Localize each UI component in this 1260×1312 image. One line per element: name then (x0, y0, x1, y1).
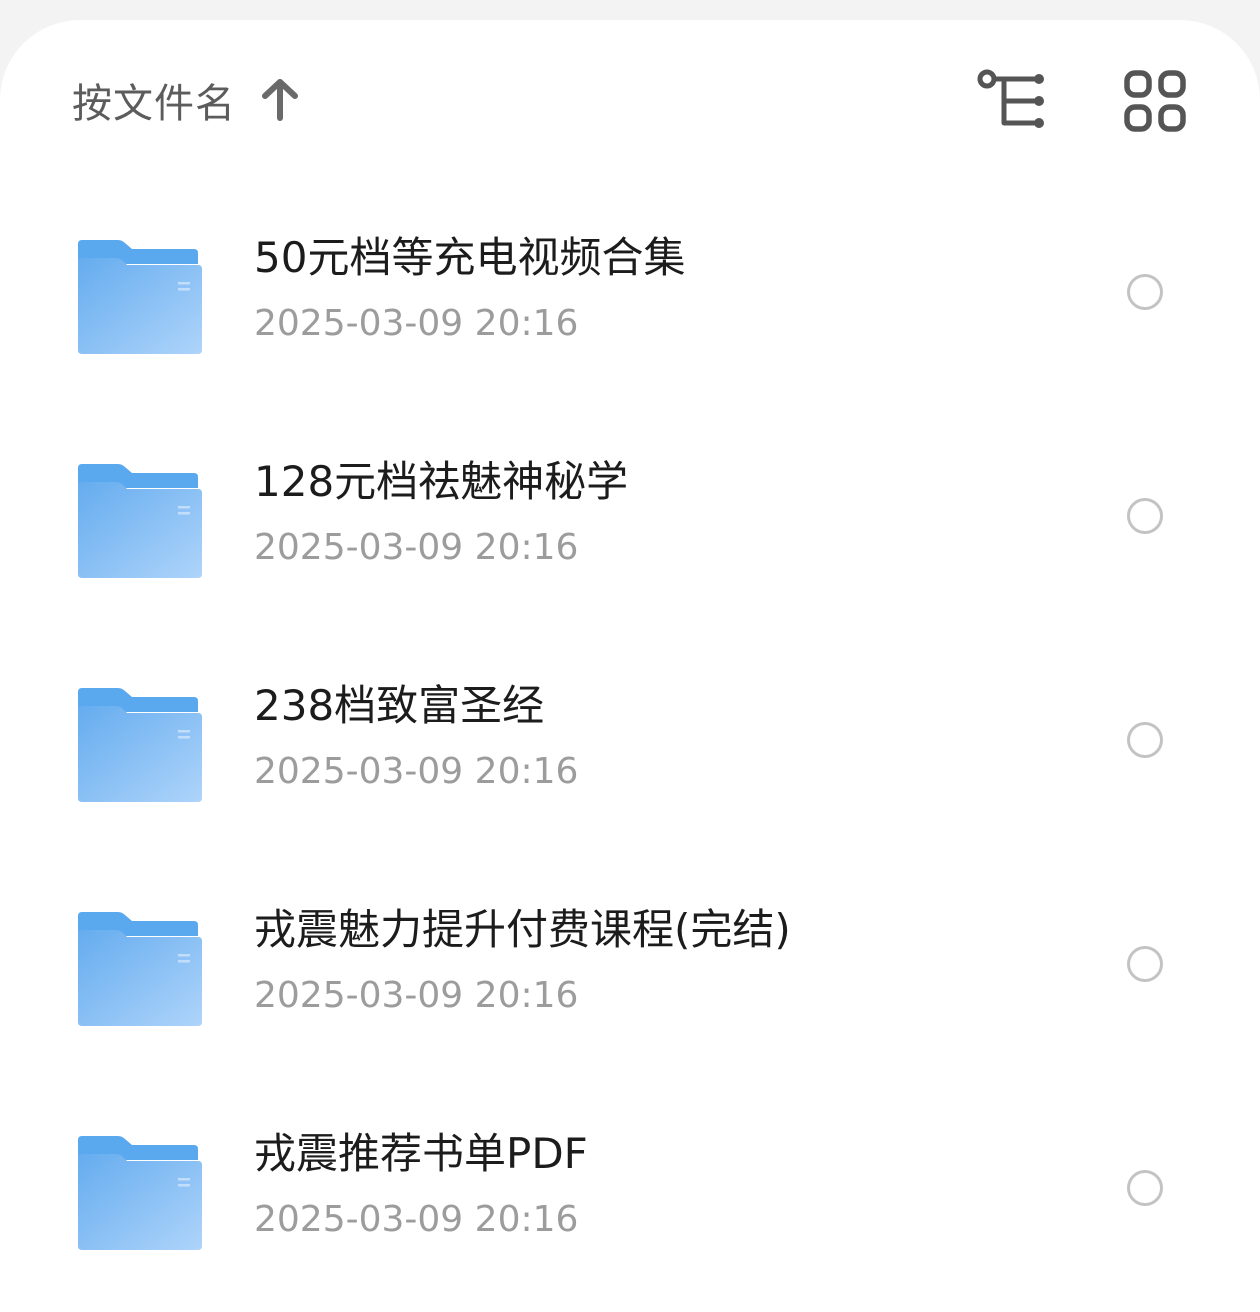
list-item[interactable]: 128元档祛魅神秘学 2025-03-09 20:16 (0, 404, 1260, 628)
select-radio[interactable] (1127, 274, 1163, 310)
list-item[interactable]: 戎震魅力提升付费课程(完结) 2025-03-09 20:16 (0, 852, 1260, 1076)
grid-view-button[interactable] (1122, 68, 1188, 134)
list-item-text: 238档致富圣经 2025-03-09 20:16 (254, 676, 578, 796)
list-item[interactable]: 戎震推荐书单PDF 2025-03-09 20:16 (0, 1076, 1260, 1300)
folder-icon (78, 240, 202, 354)
folder-icon (78, 912, 202, 1026)
toolbar: 按文件名 (0, 20, 1260, 180)
list-item-text: 戎震推荐书单PDF 2025-03-09 20:16 (254, 1124, 588, 1244)
list-item-text: 戎震魅力提升付费课程(完结) 2025-03-09 20:16 (254, 900, 791, 1020)
file-name: 戎震推荐书单PDF (254, 1129, 588, 1178)
file-date: 2025-03-09 20:16 (254, 527, 579, 568)
tree-view-button[interactable] (976, 68, 1052, 134)
tree-view-icon (977, 69, 1044, 128)
file-list-panel: 按文件名 50元档等充电视频合集 2025-03-09 20:16 128元档祛… (0, 20, 1260, 1312)
file-date: 2025-03-09 20:16 (254, 975, 579, 1016)
file-date: 2025-03-09 20:16 (254, 303, 579, 344)
sort-label: 按文件名 (72, 81, 236, 127)
file-name: 50元档等充电视频合集 (254, 233, 686, 282)
list-item[interactable]: 50元档等充电视频合集 2025-03-09 20:16 (0, 180, 1260, 404)
select-radio[interactable] (1127, 1170, 1163, 1206)
select-radio[interactable] (1127, 722, 1163, 758)
file-list: 50元档等充电视频合集 2025-03-09 20:16 128元档祛魅神秘学 … (0, 180, 1260, 1300)
folder-icon (78, 688, 202, 802)
list-item-text: 128元档祛魅神秘学 2025-03-09 20:16 (254, 452, 628, 572)
file-name: 戎震魅力提升付费课程(完结) (254, 905, 791, 954)
list-item[interactable]: 238档致富圣经 2025-03-09 20:16 (0, 628, 1260, 852)
grid-view-icon (1124, 70, 1186, 132)
file-name: 238档致富圣经 (254, 681, 545, 730)
file-date: 2025-03-09 20:16 (254, 1199, 579, 1240)
folder-icon (78, 1136, 202, 1250)
list-item-text: 50元档等充电视频合集 2025-03-09 20:16 (254, 228, 685, 348)
folder-icon (78, 464, 202, 578)
select-radio[interactable] (1127, 498, 1163, 534)
file-name: 128元档祛魅神秘学 (254, 457, 629, 506)
sort-by-name-button[interactable]: 按文件名 (72, 72, 300, 128)
select-radio[interactable] (1127, 946, 1163, 982)
file-date: 2025-03-09 20:16 (254, 751, 579, 792)
arrow-up-icon (262, 79, 298, 121)
